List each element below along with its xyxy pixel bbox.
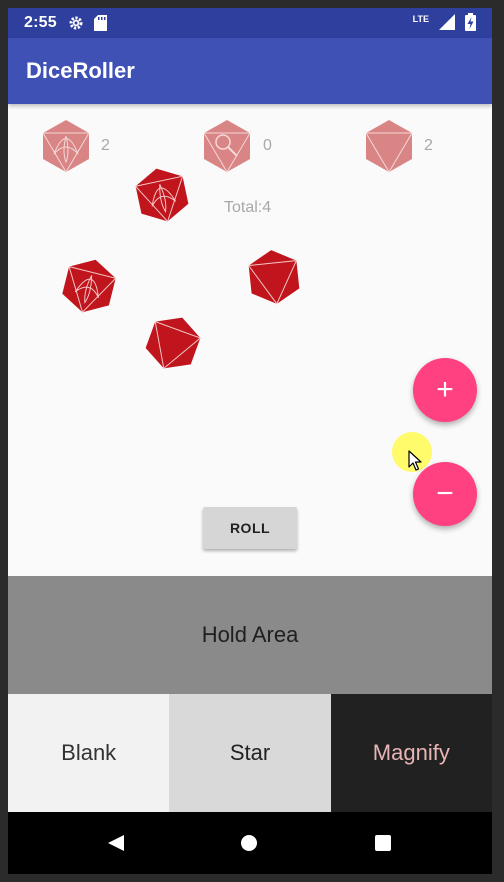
status-bar: 2:55 LTE <box>8 8 492 38</box>
tab-magnify[interactable]: Magnify <box>330 694 492 812</box>
star-count: 2 <box>101 137 110 154</box>
add-die-button[interactable]: + <box>413 358 477 422</box>
remove-die-button[interactable]: − <box>413 462 477 526</box>
back-icon[interactable] <box>107 834 125 857</box>
die-blank-2[interactable] <box>145 314 202 377</box>
tab-magnify-label: Magnify <box>372 740 450 765</box>
battery-charging-icon <box>465 13 476 36</box>
dice-board[interactable]: 2 0 2 Total:4 ROLL + − <box>8 104 492 576</box>
app-title: DiceRoller <box>26 58 135 83</box>
blank-face-icon <box>363 118 415 179</box>
star-face-icon <box>40 118 92 179</box>
face-tabs: Blank Star Magnify <box>8 694 492 812</box>
die-star-1[interactable] <box>135 166 189 229</box>
tab-blank[interactable]: Blank <box>8 694 170 812</box>
hold-area-label: Hold Area <box>201 622 299 647</box>
home-icon[interactable] <box>241 835 257 851</box>
app-bar: DiceRoller <box>8 38 492 104</box>
die-blank-1[interactable] <box>247 248 301 311</box>
magnify-count: 0 <box>263 137 272 154</box>
die-star-2[interactable] <box>62 257 117 320</box>
network-type: LTE <box>412 13 429 24</box>
hold-area[interactable]: Hold Area <box>8 576 492 694</box>
magnify-face-icon <box>201 118 253 179</box>
tab-star[interactable]: Star <box>169 694 331 812</box>
recent-apps-icon[interactable] <box>375 835 391 851</box>
tab-blank-label: Blank <box>61 740 117 765</box>
device-screen: 2:55 LTE DiceRoller 2 0 2 Total:4 ROLL +… <box>8 8 492 874</box>
face-counter-star: 2 <box>40 118 130 174</box>
blank-count: 2 <box>424 137 433 154</box>
signal-icon <box>439 14 455 35</box>
face-counter-magnify: 0 <box>201 118 291 174</box>
roll-button[interactable]: ROLL <box>203 507 297 549</box>
status-time: 2:55 <box>24 14 57 31</box>
plus-icon: + <box>436 373 454 406</box>
minus-icon: − <box>436 477 454 510</box>
navigation-bar <box>8 812 492 874</box>
gear-icon <box>68 15 84 36</box>
face-counter-blank: 2 <box>363 118 453 174</box>
tab-star-label: Star <box>229 740 271 765</box>
sd-card-icon <box>94 15 107 36</box>
total-label: Total:4 <box>224 199 272 216</box>
